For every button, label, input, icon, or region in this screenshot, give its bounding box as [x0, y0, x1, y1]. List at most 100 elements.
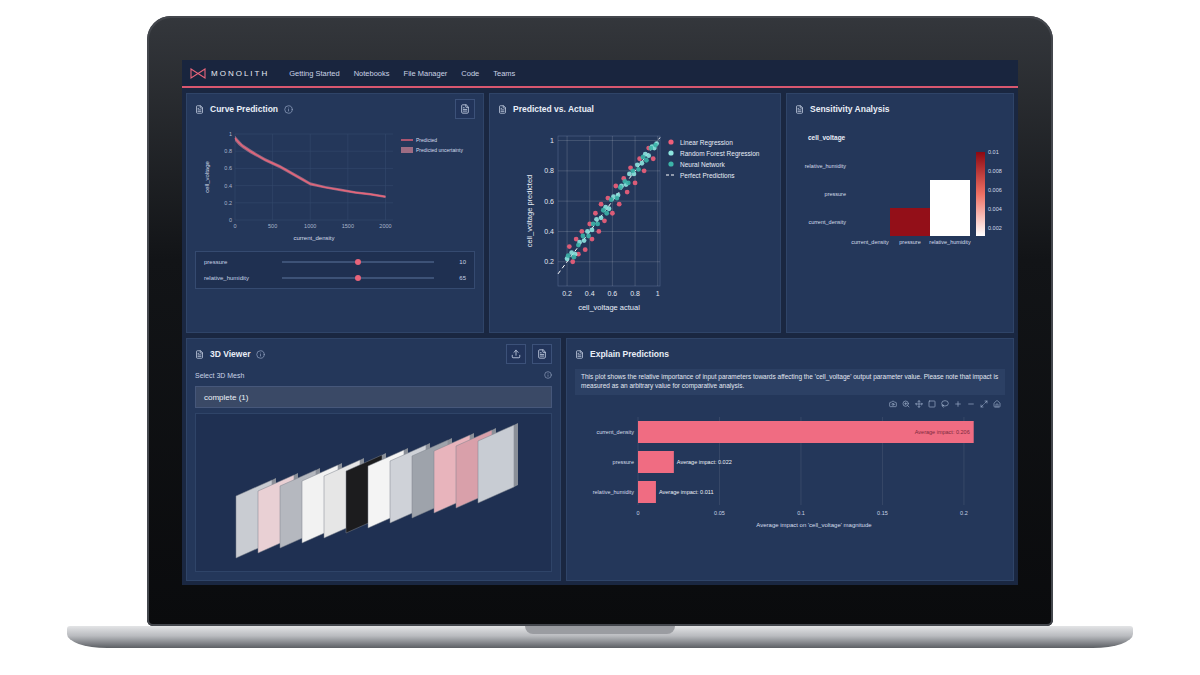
scatter-point[interactable]	[596, 229, 601, 234]
panel-body: Select 3D Meshcomplete (1)	[187, 369, 560, 580]
x-gridline: 0.2	[562, 136, 572, 297]
impact-bar[interactable]: pressureAverage impact: 0.022	[613, 451, 732, 473]
scatter-point[interactable]	[625, 190, 630, 195]
scatter-point[interactable]	[571, 255, 576, 260]
x-gridline: 0	[233, 134, 236, 229]
y-gridline: 0.2	[544, 258, 660, 265]
sensitivity-analysis-panel: Sensitivity Analysiscell_voltagerelative…	[786, 93, 1014, 333]
lasso-icon[interactable]	[941, 400, 949, 408]
heatmap-cell[interactable]	[930, 180, 970, 208]
3d-viewport[interactable]	[195, 413, 552, 572]
scatter-point[interactable]	[636, 167, 641, 172]
heatmap-subtitle: cell_voltage	[808, 134, 846, 142]
scatter-point[interactable]	[649, 146, 654, 151]
scatter-point[interactable]	[610, 211, 615, 216]
legend-item[interactable]: Linear Regression	[668, 139, 733, 147]
y-axis-label: cell_voltage predicted	[525, 175, 534, 248]
slider-name: pressure	[204, 259, 274, 265]
scatter-point[interactable]	[626, 181, 631, 186]
laptop-notch	[525, 626, 675, 634]
scatter-point[interactable]	[618, 185, 623, 190]
scatter-point[interactable]	[576, 243, 581, 248]
zoom-icon[interactable]	[902, 400, 910, 408]
scatter-point[interactable]	[585, 229, 590, 234]
slider-thumb[interactable]	[355, 259, 361, 265]
plot-description: This plot shows the relative importance …	[575, 369, 1005, 395]
scatter-point[interactable]	[633, 181, 638, 186]
brand-logo[interactable]: MONOLITH	[190, 68, 269, 79]
scatter-point[interactable]	[581, 234, 586, 239]
slider-value: 65	[442, 275, 466, 281]
legend-item[interactable]: Neural Network	[668, 161, 725, 168]
scatter-point[interactable]	[646, 153, 651, 158]
zoom-in-icon[interactable]	[954, 400, 962, 408]
slider-thumb[interactable]	[355, 275, 361, 281]
heatmap-cell[interactable]	[890, 208, 930, 236]
zoom-out-icon[interactable]	[967, 400, 975, 408]
scatter-point[interactable]	[590, 228, 595, 233]
scatter-point[interactable]	[607, 206, 612, 211]
info-button[interactable]	[544, 371, 552, 379]
plot-modebar	[575, 400, 1005, 408]
scatter-point[interactable]	[582, 238, 587, 243]
scatter-point[interactable]	[579, 229, 584, 234]
autoscale-icon[interactable]	[980, 400, 988, 408]
home-icon[interactable]	[993, 400, 1001, 408]
bar-value-label: Average impact: 0.206	[915, 429, 970, 435]
mesh-select[interactable]: complete (1)	[195, 386, 552, 408]
info-button[interactable]	[284, 105, 293, 114]
scatter-point[interactable]	[595, 221, 600, 226]
scatter-point[interactable]	[635, 162, 640, 167]
nav-item[interactable]: Teams	[493, 69, 515, 78]
scatter-point[interactable]	[639, 161, 644, 166]
x-category-label: pressure	[899, 239, 920, 245]
scatter-point[interactable]	[630, 168, 635, 173]
impact-bar[interactable]: current_densityAverage impact: 0.206	[596, 421, 973, 443]
x-gridline: 0.4	[585, 136, 595, 297]
upload-button[interactable]	[506, 344, 526, 364]
scatter-point[interactable]	[567, 244, 572, 249]
legend-label: Neural Network	[680, 161, 726, 168]
scatter-point[interactable]	[644, 158, 649, 163]
scatter-point[interactable]	[586, 234, 591, 239]
scatter-point[interactable]	[613, 184, 618, 189]
slider-track[interactable]	[282, 277, 434, 279]
notebook-button[interactable]	[532, 344, 552, 364]
y-gridline: 0.2	[224, 200, 393, 206]
y-tick: 0.8	[224, 148, 232, 154]
scatter-point[interactable]	[609, 197, 614, 202]
fuel-cell-stack-drawing[interactable]	[196, 418, 551, 568]
legend-item[interactable]: Perfect Predictions	[666, 172, 735, 179]
scatter-point[interactable]	[594, 217, 599, 222]
impact-bar[interactable]: relative_humidityAverage impact: 0.011	[593, 481, 714, 503]
scatter-point[interactable]	[591, 221, 596, 226]
scatter-point[interactable]	[583, 247, 588, 252]
scatter-point[interactable]	[651, 156, 656, 161]
pan-icon[interactable]	[915, 400, 923, 408]
scatter-point[interactable]	[604, 211, 609, 216]
info-button[interactable]	[256, 350, 265, 359]
scatter-point[interactable]	[566, 253, 571, 258]
colorbar-tick: 0.002	[988, 225, 1002, 231]
nav-item[interactable]: Getting Started	[289, 69, 339, 78]
scatter-point[interactable]	[570, 259, 575, 264]
scatter-point[interactable]	[642, 168, 647, 173]
scatter-point[interactable]	[599, 202, 604, 207]
legend-item[interactable]: Predicted	[401, 137, 437, 143]
box-select-icon[interactable]	[928, 400, 936, 408]
info-icon	[284, 105, 293, 114]
scatter-point[interactable]	[653, 143, 658, 148]
notebook-button[interactable]	[455, 99, 475, 119]
camera-icon[interactable]	[889, 400, 897, 408]
nav-item[interactable]: Notebooks	[354, 69, 390, 78]
legend-item[interactable]: Random Forest Regression	[668, 150, 759, 158]
scatter-point[interactable]	[599, 215, 604, 220]
scatter-point[interactable]	[617, 202, 622, 207]
legend-item[interactable]: Predicted uncertainty	[401, 147, 463, 153]
nav-item[interactable]: Code	[461, 69, 479, 78]
scatter-point[interactable]	[615, 196, 620, 201]
heatmap-cell[interactable]	[930, 208, 970, 236]
slider-track[interactable]	[282, 261, 434, 263]
scatter-point[interactable]	[593, 211, 598, 216]
nav-item[interactable]: File Manager	[404, 69, 448, 78]
